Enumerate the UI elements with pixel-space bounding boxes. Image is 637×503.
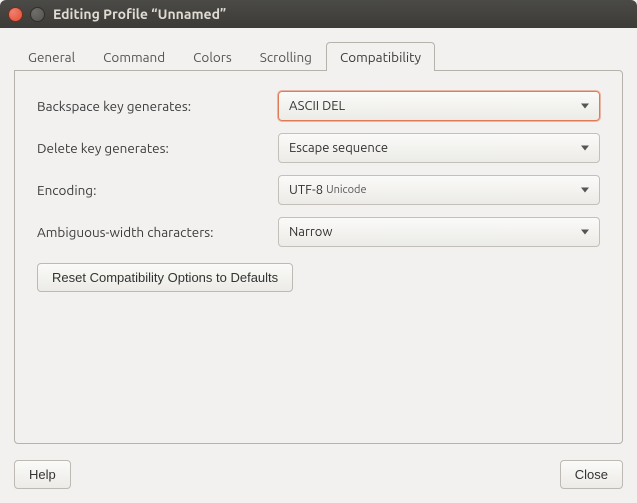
chevron-down-icon (581, 146, 589, 151)
window: Editing Profile “Unnamed” General Comman… (0, 0, 637, 503)
backspace-value: ASCII DEL (289, 99, 345, 113)
backspace-label: Backspace key generates: (37, 98, 272, 114)
titlebar: Editing Profile “Unnamed” (0, 0, 637, 28)
content: General Command Colors Scrolling Compati… (0, 28, 637, 454)
help-button[interactable]: Help (14, 460, 71, 489)
tabs-row: General Command Colors Scrolling Compati… (14, 42, 623, 70)
delete-value: Escape sequence (289, 141, 388, 155)
ambiguous-value: Narrow (289, 225, 333, 239)
chevron-down-icon (581, 188, 589, 193)
tab-general[interactable]: General (14, 42, 89, 71)
bottom-bar: Help Close (0, 454, 637, 503)
chevron-down-icon (581, 104, 589, 109)
chevron-down-icon (581, 230, 589, 235)
window-title: Editing Profile “Unnamed” (53, 6, 226, 22)
ambiguous-combo[interactable]: Narrow (278, 217, 600, 247)
minimize-icon[interactable] (30, 7, 45, 22)
backspace-combo[interactable]: ASCII DEL (278, 91, 600, 121)
ambiguous-label: Ambiguous-width characters: (37, 224, 272, 240)
encoding-combo[interactable]: UTF-8 Unicode (278, 175, 600, 205)
reset-button[interactable]: Reset Compatibility Options to Defaults (37, 263, 293, 292)
encoding-value-main: UTF-8 (289, 183, 323, 197)
form-grid: Backspace key generates: ASCII DEL Delet… (37, 91, 600, 247)
tab-compatibility[interactable]: Compatibility (326, 42, 435, 71)
encoding-label: Encoding: (37, 182, 272, 198)
window-buttons (8, 7, 45, 22)
tab-colors[interactable]: Colors (179, 42, 246, 71)
tab-panel-compatibility: Backspace key generates: ASCII DEL Delet… (14, 70, 623, 444)
tab-command[interactable]: Command (89, 42, 179, 71)
delete-label: Delete key generates: (37, 140, 272, 156)
tab-scrolling[interactable]: Scrolling (246, 42, 326, 71)
encoding-value-sub: Unicode (326, 184, 367, 196)
close-button[interactable]: Close (560, 460, 623, 489)
delete-combo[interactable]: Escape sequence (278, 133, 600, 163)
reset-row: Reset Compatibility Options to Defaults (37, 263, 600, 292)
close-icon[interactable] (8, 7, 23, 22)
